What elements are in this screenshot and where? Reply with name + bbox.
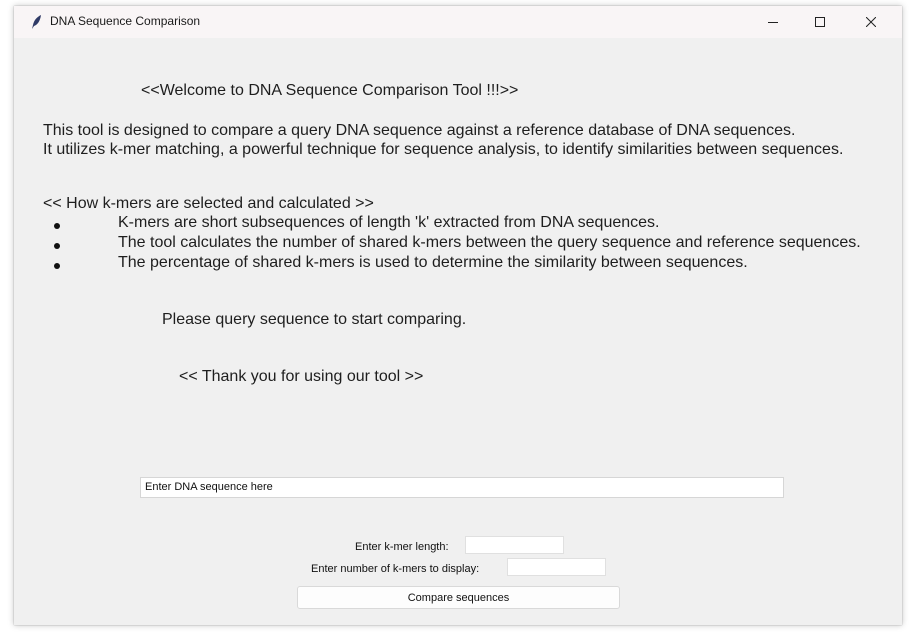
instruction-text: Please query sequence to start comparing… xyxy=(162,311,467,328)
kmer-length-label: Enter k-mer length: xyxy=(355,541,449,553)
bullet-item: The tool calculates the number of shared… xyxy=(118,234,861,251)
bullet-item: The percentage of shared k-mers is used … xyxy=(118,254,748,271)
description-line-2: It utilizes k-mer matching, a powerful t… xyxy=(43,141,844,158)
kmer-howto-heading: << How k-mers are selected and calculate… xyxy=(43,195,374,212)
description-line-1: This tool is designed to compare a query… xyxy=(43,122,796,139)
close-button[interactable] xyxy=(848,6,894,38)
minimize-button[interactable] xyxy=(750,6,796,38)
maximize-icon xyxy=(815,17,825,27)
app-window: DNA Sequence Comparison <<Welcome to DNA… xyxy=(14,6,902,625)
bullet-icon xyxy=(54,223,60,229)
bullet-item: K-mers are short subsequences of length … xyxy=(118,214,660,231)
kmer-count-input[interactable] xyxy=(507,558,606,576)
dna-sequence-input[interactable]: Enter DNA sequence here xyxy=(140,477,784,498)
maximize-button[interactable] xyxy=(797,6,843,38)
bullet-icon xyxy=(54,263,60,269)
welcome-heading: <<Welcome to DNA Sequence Comparison Too… xyxy=(141,82,519,99)
bullet-icon xyxy=(54,243,60,249)
kmer-length-input[interactable] xyxy=(465,536,564,554)
close-icon xyxy=(866,17,876,27)
minimize-icon xyxy=(768,17,778,27)
main-content: <<Welcome to DNA Sequence Comparison Too… xyxy=(14,38,902,625)
feather-icon xyxy=(31,15,43,29)
thank-you-text: << Thank you for using our tool >> xyxy=(179,368,424,385)
window-title: DNA Sequence Comparison xyxy=(50,14,201,28)
compare-sequences-button[interactable]: Compare sequences xyxy=(297,586,620,609)
title-bar[interactable]: DNA Sequence Comparison xyxy=(14,6,902,38)
kmer-count-label: Enter number of k-mers to display: xyxy=(311,563,480,575)
